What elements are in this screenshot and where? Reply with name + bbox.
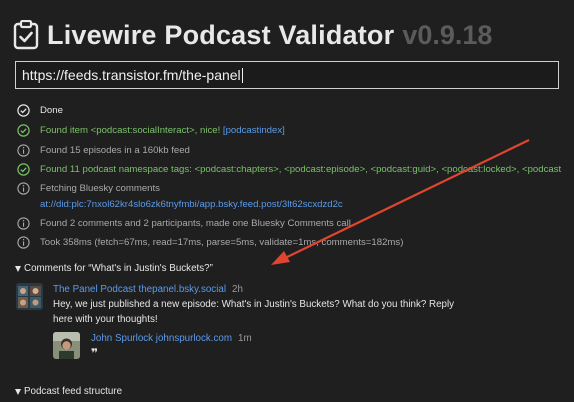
comment-text-line: Hey, we just published a new episode: Wh… [53,299,455,310]
feed-structure-title: Podcast feed structure [24,386,123,397]
log-row-comments-found: Found 2 comments and 2 participants, mad… [17,217,574,236]
app-version: v0.9.18 [402,19,493,50]
avatar[interactable] [16,283,43,310]
comment-item: The Panel Podcast thepanel.bsky.social 2h… [53,282,454,327]
info-icon [17,182,30,195]
log-text: Found item <podcast:socialInteract>, nic… [40,125,221,136]
bluesky-post-link[interactable]: at://did:plc:7nxol62kr4slo6zk6tnyfmbi/ap… [40,199,343,210]
log-text: Found 15 episodes in a 160kb feed [40,145,190,156]
comment-text-line: ❞ [91,346,99,360]
comments-section-title: Comments for “What's in Justin's Buckets… [24,263,213,274]
check-circle-icon [17,104,30,117]
panel-podcast-avatar-image [16,283,43,310]
check-circle-icon [17,124,30,137]
info-icon [17,144,30,157]
info-icon [17,236,30,249]
log-text: Found 2 comments and 2 participants, mad… [40,218,351,229]
feed-url-input[interactable]: https://feeds.transistor.fm/the-panel [15,61,559,89]
comments-disclosure[interactable]: Comments for “What's in Justin's Buckets… [15,263,213,274]
check-circle-icon [17,163,30,176]
log-text: Found 11 podcast namespace tags: <podcas… [40,164,562,175]
comment-text-line: here with your thoughts! [53,314,158,325]
feed-structure-disclosure[interactable]: Podcast feed structure [15,386,122,397]
info-icon [17,217,30,230]
feed-url-value: https://feeds.transistor.fm/the-panel [22,67,241,83]
bluesky-post-uri-row: at://did:plc:7nxol62kr4slo6zk6tnyfmbi/ap… [17,198,574,217]
log-row-namespace-tags: Found 11 podcast namespace tags: <podcas… [17,163,574,182]
log-row-episodes: Found 15 episodes in a 160kb feed [17,144,574,163]
john-spurlock-avatar-image [53,332,80,359]
comment-time: 1m [238,333,252,344]
avatar[interactable] [53,332,80,359]
log-row-social-interact: Found item <podcast:socialInteract>, nic… [17,124,574,144]
disclosure-triangle-icon [15,265,21,272]
validation-log: Done Found item <podcast:socialInteract>… [17,104,574,255]
log-row-done: Done [17,104,574,124]
comment-author-link[interactable]: The Panel Podcast thepanel.bsky.social [53,284,226,295]
podcastindex-link[interactable]: [podcastindex] [223,124,285,137]
comment-time: 2h [232,284,243,295]
clipboard-check-icon [13,20,39,50]
log-text: Fetching Bluesky comments [40,183,160,194]
app-title: Livewire Podcast Validator [47,19,395,50]
text-caret [241,67,243,83]
comment-item: John Spurlock johnspurlock.com 1m ❞ [91,331,252,360]
log-row-fetching-bluesky: Fetching Bluesky comments [17,182,574,195]
disclosure-triangle-icon [15,388,21,395]
log-text: Took 358ms (fetch=67ms, read=17ms, parse… [40,237,404,248]
log-row-timing: Took 358ms (fetch=67ms, read=17ms, parse… [17,236,574,255]
log-text: Done [40,105,63,116]
comment-author-link[interactable]: John Spurlock johnspurlock.com [91,333,232,344]
app-header: Livewire Podcast Validator v0.9.18 [13,16,492,54]
